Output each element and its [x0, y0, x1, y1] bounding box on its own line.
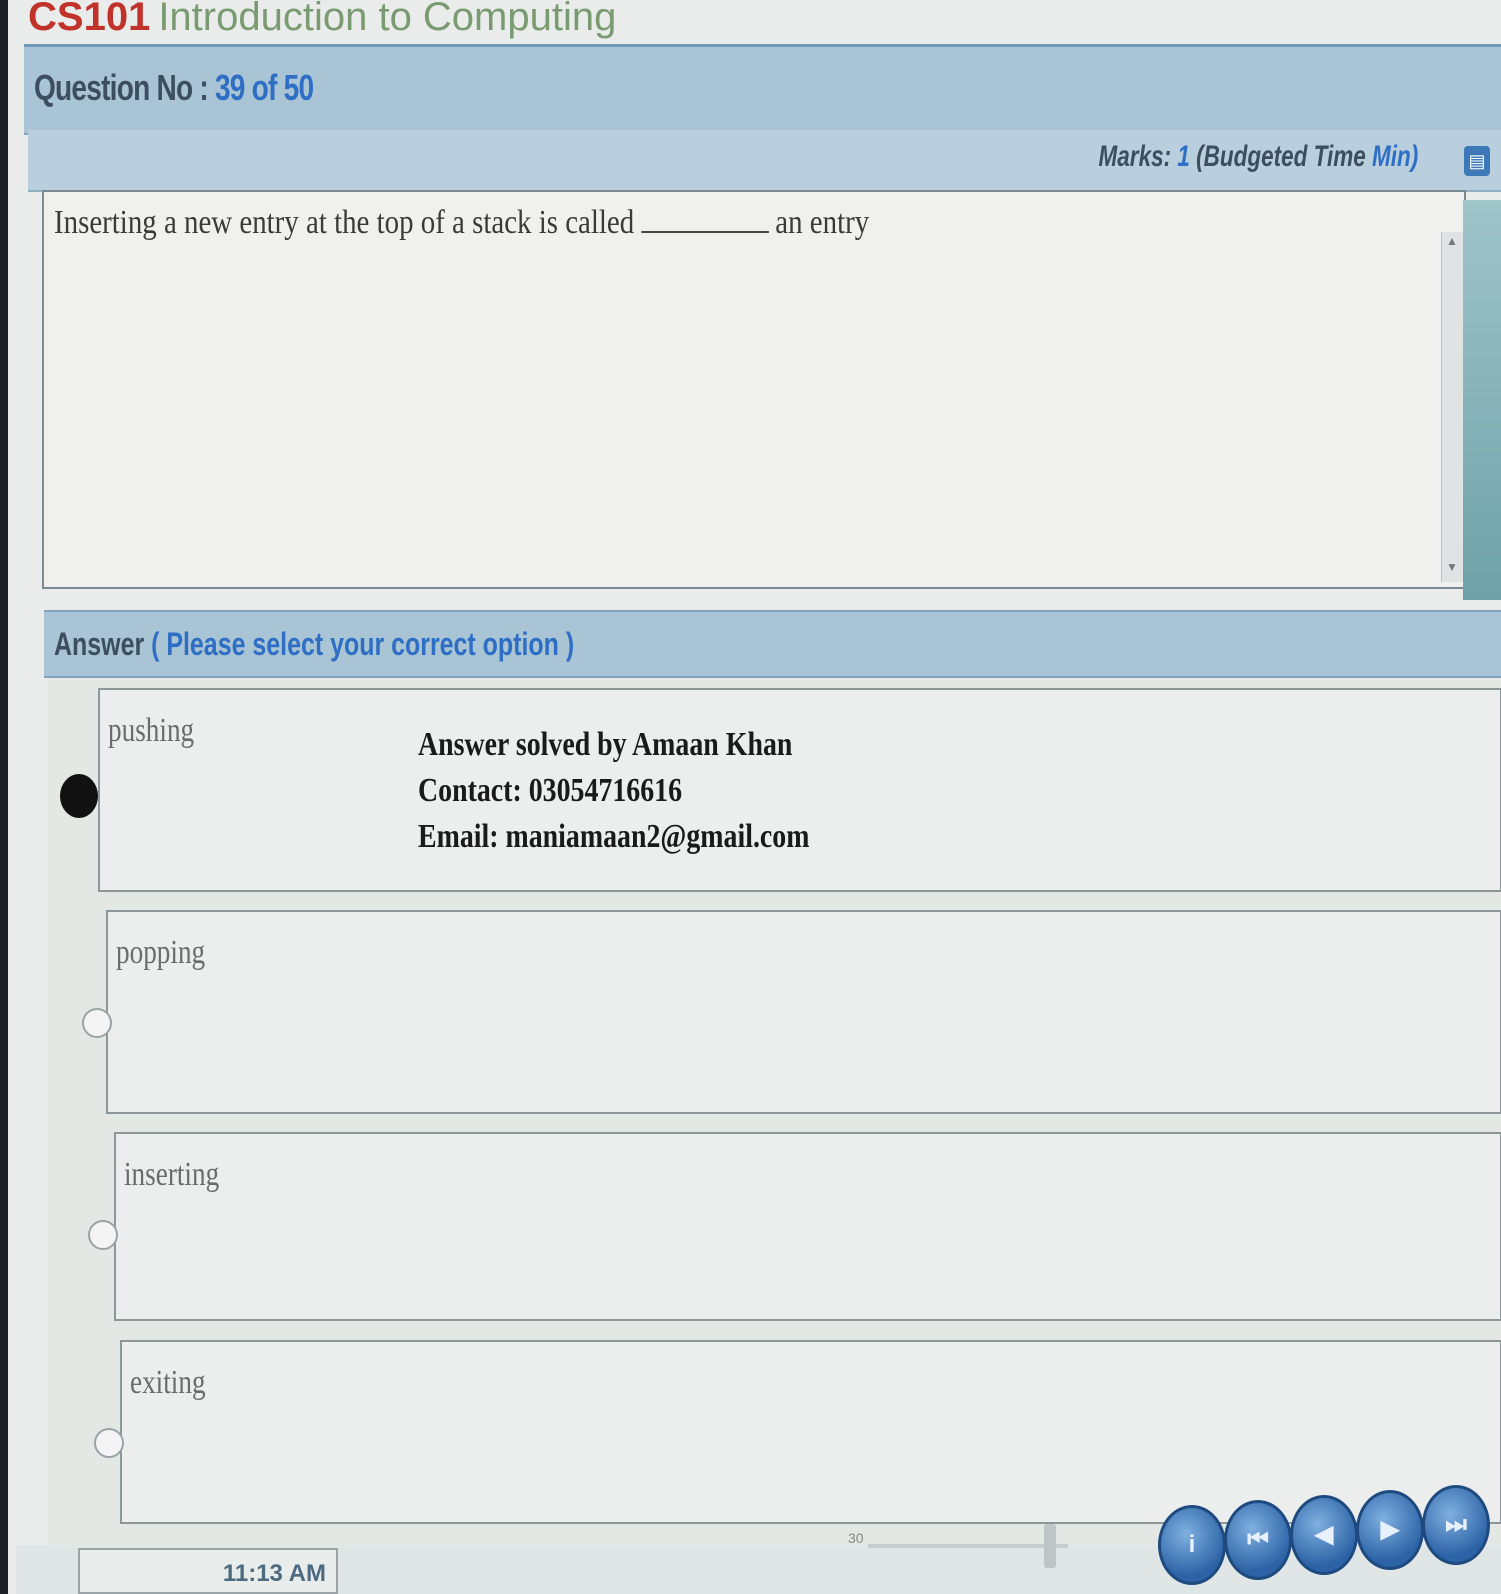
time-display: 11:13 AM: [78, 1548, 338, 1594]
exam-screen: CS101 Introduction to Computing Question …: [8, 0, 1501, 1594]
expand-icon[interactable]: ▤: [1464, 146, 1490, 176]
question-scrollbar[interactable]: ▲ ▼: [1441, 232, 1464, 582]
watermark-text: Answer solved by Amaan Khan Contact: 030…: [418, 722, 809, 860]
question-number: Question No : 39 of 50: [34, 67, 314, 109]
previous-icon[interactable]: ◀: [1290, 1495, 1358, 1575]
question-text-after: an entry: [775, 204, 870, 241]
slider-handle[interactable]: [1044, 1524, 1056, 1568]
answer-header-bar: Answer ( Please select your correct opti…: [44, 610, 1501, 678]
option-label-4: exiting: [130, 1364, 206, 1401]
option-label-2: popping: [116, 934, 206, 971]
zoom-slider[interactable]: 30: [848, 1520, 1078, 1570]
first-icon[interactable]: ⏮: [1224, 1500, 1292, 1580]
answer-label: Answer ( Please select your correct opti…: [54, 626, 574, 663]
option-box-4[interactable]: exiting: [120, 1340, 1501, 1524]
question-header-bar: Question No : 39 of 50: [24, 44, 1501, 135]
watermark-line-3: Email: maniamaan2@gmail.com: [418, 818, 810, 855]
question-label: Question No :: [34, 67, 209, 108]
scroll-up-icon[interactable]: ▲: [1445, 234, 1459, 254]
marks-bar: Marks: 1 (Budgeted Time Min) ▤: [28, 130, 1501, 192]
watermark-line-1: Answer solved by Amaan Khan: [418, 726, 793, 763]
question-blank: [641, 231, 769, 233]
course-code: CS101: [28, 0, 151, 39]
option-label-3: inserting: [124, 1156, 220, 1193]
slider-track[interactable]: [868, 1544, 1068, 1548]
option-radio-3[interactable]: [88, 1220, 118, 1250]
watermark-line-2: Contact: 03054716616: [418, 772, 683, 809]
info-icon[interactable]: i: [1158, 1505, 1226, 1585]
marks-info: Marks: 1 (Budgeted Time Min): [1098, 140, 1418, 174]
option-box-2[interactable]: popping: [106, 910, 1501, 1114]
next-icon[interactable]: ▶: [1356, 1490, 1424, 1570]
question-count: 39 of 50: [214, 67, 314, 108]
slider-value: 30: [848, 1530, 864, 1546]
answer-title: Answer: [54, 626, 145, 662]
scroll-down-icon[interactable]: ▼: [1445, 560, 1459, 580]
option-box-3[interactable]: inserting: [114, 1132, 1501, 1321]
answer-hint: ( Please select your correct option ): [151, 626, 575, 662]
last-icon[interactable]: ⏭: [1422, 1485, 1490, 1565]
option-radio-4[interactable]: [94, 1428, 124, 1458]
option-radio-2[interactable]: [82, 1008, 112, 1038]
option-radio-1[interactable]: [60, 774, 98, 818]
budgeted-time-label: (Budgeted Time: [1195, 140, 1366, 173]
question-text-before: Inserting a new entry at the top of a st…: [54, 204, 635, 241]
budgeted-time-unit: Min): [1371, 140, 1418, 173]
option-label-1: pushing: [108, 712, 195, 749]
marks-label: Marks:: [1098, 140, 1171, 173]
question-text: Inserting a new entry at the top of a st…: [54, 204, 869, 242]
side-panel-edge: [1463, 200, 1501, 600]
course-title: CS101 Introduction to Computing: [28, 0, 616, 42]
marks-value: 1: [1177, 140, 1190, 173]
course-name: Introduction to Computing: [158, 0, 617, 39]
question-box: Inserting a new entry at the top of a st…: [42, 190, 1466, 589]
